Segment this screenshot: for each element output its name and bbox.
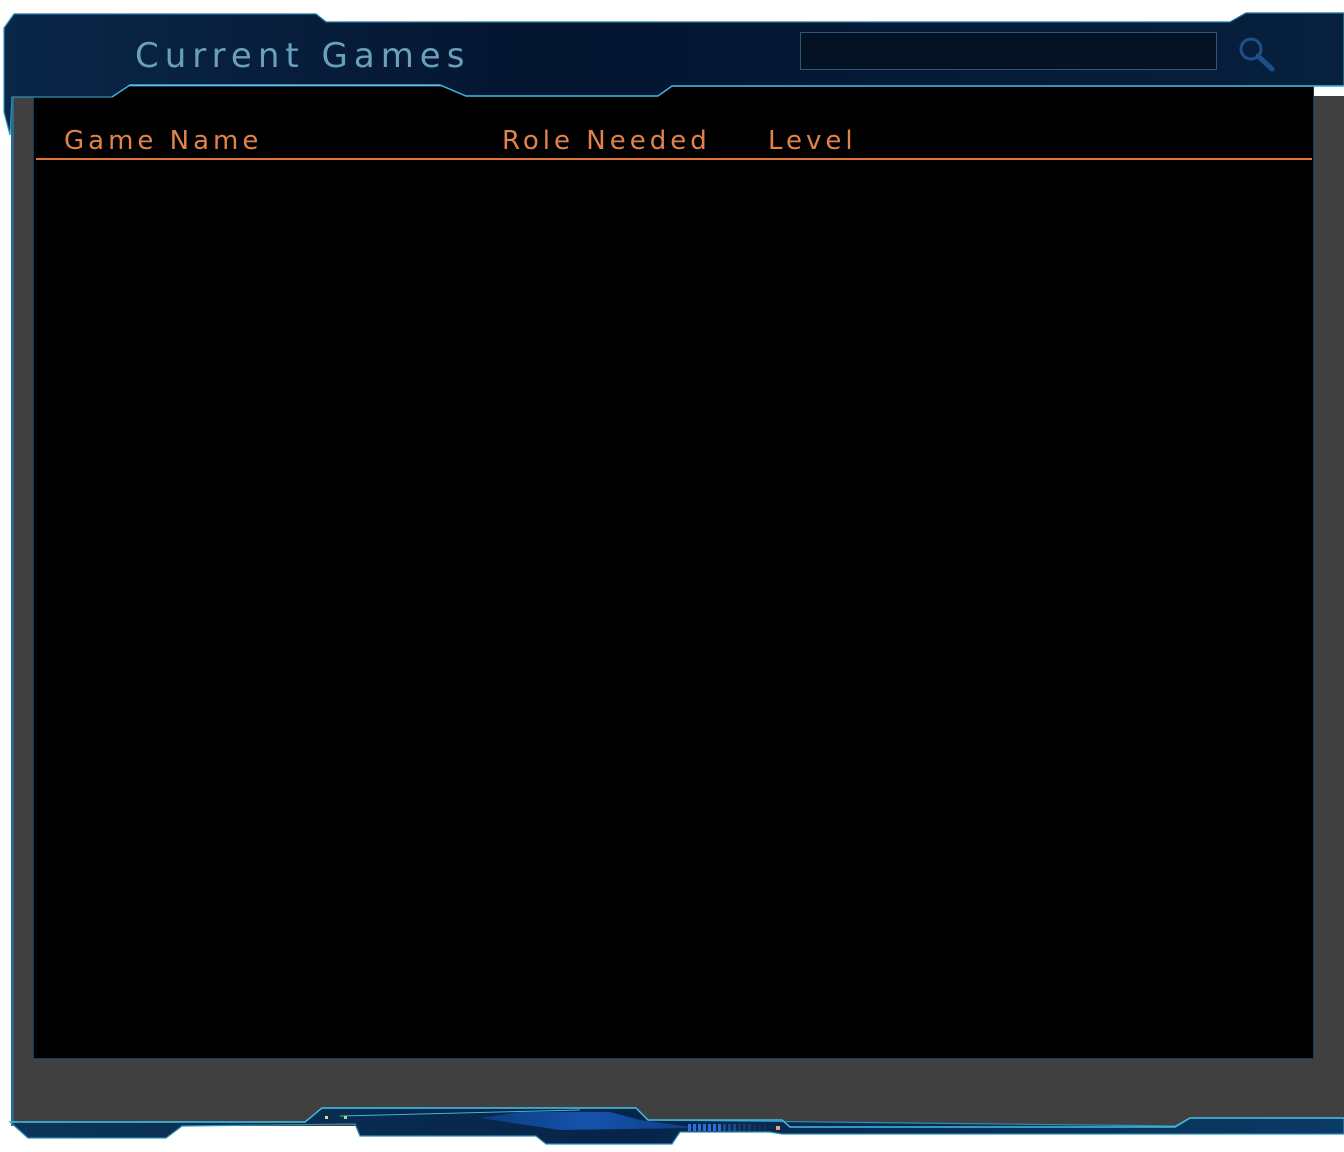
column-header-level[interactable]: Level — [768, 126, 857, 156]
search-button[interactable] — [1236, 34, 1276, 74]
search-input[interactable] — [800, 32, 1217, 70]
header-divider — [36, 158, 1312, 160]
current-games-window: Current Games Game Name Role Needed Leve… — [0, 0, 1344, 1152]
games-list-rows[interactable] — [36, 162, 1312, 1052]
column-header-game-name[interactable]: Game Name — [64, 126, 262, 156]
column-header-role-needed[interactable]: Role Needed — [502, 126, 711, 156]
footer-indicator-light — [776, 1126, 780, 1130]
frame-left-edge — [11, 96, 14, 1126]
search-icon — [1239, 37, 1275, 72]
window-title: Current Games — [135, 36, 471, 76]
